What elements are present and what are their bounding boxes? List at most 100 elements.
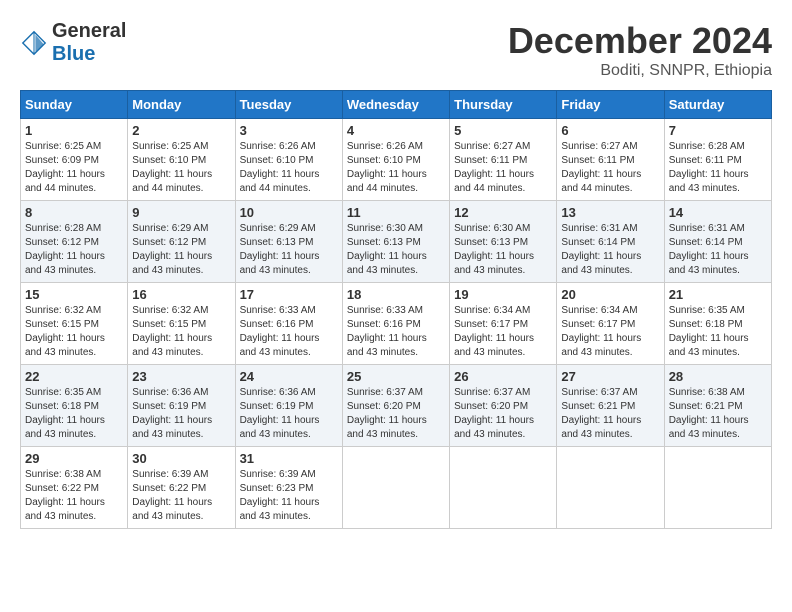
- day-number: 29: [25, 451, 123, 466]
- calendar-week-2: 8Sunrise: 6:28 AMSunset: 6:12 PMDaylight…: [21, 201, 772, 283]
- calendar-cell: 2 Sunrise: 6:25 AMSunset: 6:10 PMDaylight…: [128, 119, 235, 201]
- col-header-monday: Monday: [128, 91, 235, 119]
- day-info: Sunrise: 6:30 AMSunset: 6:13 PMDaylight:…: [347, 222, 445, 278]
- day-number: 15: [25, 287, 123, 302]
- calendar-cell: 30 Sunrise: 6:39 AMSunset: 6:22 PMDayligh…: [128, 447, 235, 529]
- day-info: Sunrise: 6:39 AMSunset: 6:23 PMDaylight:…: [240, 468, 338, 524]
- col-header-thursday: Thursday: [450, 91, 557, 119]
- col-header-sunday: Sunday: [21, 91, 128, 119]
- day-number: 8: [25, 205, 123, 220]
- day-number: 13: [561, 205, 659, 220]
- day-number: 26: [454, 369, 552, 384]
- calendar-cell: 8Sunrise: 6:28 AMSunset: 6:12 PMDaylight…: [21, 201, 128, 283]
- day-number: 25: [347, 369, 445, 384]
- day-number: 1: [25, 123, 123, 138]
- location-title: Boditi, SNNPR, Ethiopia: [508, 62, 772, 80]
- day-info: Sunrise: 6:38 AMSunset: 6:22 PMDaylight:…: [25, 468, 123, 524]
- day-info: Sunrise: 6:25 AMSunset: 6:09 PMDaylight:…: [25, 140, 123, 196]
- calendar-cell: 22Sunrise: 6:35 AMSunset: 6:18 PMDayligh…: [21, 365, 128, 447]
- calendar-cell: 31 Sunrise: 6:39 AMSunset: 6:23 PMDayligh…: [235, 447, 342, 529]
- calendar-cell: 6Sunrise: 6:27 AMSunset: 6:11 PMDaylight…: [557, 119, 664, 201]
- calendar-cell: 29 Sunrise: 6:38 AMSunset: 6:22 PMDayligh…: [21, 447, 128, 529]
- day-info: Sunrise: 6:37 AMSunset: 6:21 PMDaylight:…: [561, 386, 659, 442]
- day-number: 20: [561, 287, 659, 302]
- day-info: Sunrise: 6:33 AMSunset: 6:16 PMDaylight:…: [347, 304, 445, 360]
- calendar-cell: 3 Sunrise: 6:26 AMSunset: 6:10 PMDaylight…: [235, 119, 342, 201]
- day-number: 24: [240, 369, 338, 384]
- day-number: 21: [669, 287, 767, 302]
- day-info: Sunrise: 6:27 AMSunset: 6:11 PMDaylight:…: [561, 140, 659, 196]
- day-info: Sunrise: 6:38 AMSunset: 6:21 PMDaylight:…: [669, 386, 767, 442]
- day-number: 30: [132, 451, 230, 466]
- day-number: 11: [347, 205, 445, 220]
- day-info: Sunrise: 6:30 AMSunset: 6:13 PMDaylight:…: [454, 222, 552, 278]
- day-number: 31: [240, 451, 338, 466]
- day-number: 3: [240, 123, 338, 138]
- day-number: 18: [347, 287, 445, 302]
- day-number: 27: [561, 369, 659, 384]
- day-info: Sunrise: 6:26 AMSunset: 6:10 PMDaylight:…: [240, 140, 338, 196]
- calendar-cell: 13 Sunrise: 6:31 AMSunset: 6:14 PMDayligh…: [557, 201, 664, 283]
- calendar-cell: 1 Sunrise: 6:25 AMSunset: 6:09 PMDaylight…: [21, 119, 128, 201]
- day-info: Sunrise: 6:37 AMSunset: 6:20 PMDaylight:…: [454, 386, 552, 442]
- day-info: Sunrise: 6:35 AMSunset: 6:18 PMDaylight:…: [25, 386, 123, 442]
- day-info: Sunrise: 6:34 AMSunset: 6:17 PMDaylight:…: [561, 304, 659, 360]
- day-info: Sunrise: 6:37 AMSunset: 6:20 PMDaylight:…: [347, 386, 445, 442]
- calendar-cell: 19 Sunrise: 6:34 AMSunset: 6:17 PMDayligh…: [450, 283, 557, 365]
- calendar-cell: 26 Sunrise: 6:37 AMSunset: 6:20 PMDayligh…: [450, 365, 557, 447]
- day-info: Sunrise: 6:34 AMSunset: 6:17 PMDaylight:…: [454, 304, 552, 360]
- calendar-week-1: 1 Sunrise: 6:25 AMSunset: 6:09 PMDaylight…: [21, 119, 772, 201]
- calendar-cell: 24 Sunrise: 6:36 AMSunset: 6:19 PMDayligh…: [235, 365, 342, 447]
- calendar-week-5: 29 Sunrise: 6:38 AMSunset: 6:22 PMDayligh…: [21, 447, 772, 529]
- day-number: 10: [240, 205, 338, 220]
- day-number: 16: [132, 287, 230, 302]
- calendar-cell: 5 Sunrise: 6:27 AMSunset: 6:11 PMDaylight…: [450, 119, 557, 201]
- calendar-cell: [450, 447, 557, 529]
- col-header-saturday: Saturday: [664, 91, 771, 119]
- calendar-cell: 4Sunrise: 6:26 AMSunset: 6:10 PMDaylight…: [342, 119, 449, 201]
- logo-icon: [20, 29, 48, 57]
- day-number: 12: [454, 205, 552, 220]
- day-number: 2: [132, 123, 230, 138]
- day-info: Sunrise: 6:36 AMSunset: 6:19 PMDaylight:…: [132, 386, 230, 442]
- day-info: Sunrise: 6:36 AMSunset: 6:19 PMDaylight:…: [240, 386, 338, 442]
- calendar-week-3: 15 Sunrise: 6:32 AMSunset: 6:15 PMDayligh…: [21, 283, 772, 365]
- day-info: Sunrise: 6:31 AMSunset: 6:14 PMDaylight:…: [561, 222, 659, 278]
- day-info: Sunrise: 6:27 AMSunset: 6:11 PMDaylight:…: [454, 140, 552, 196]
- title-block: December 2024 Boditi, SNNPR, Ethiopia: [508, 20, 772, 80]
- calendar-cell: 18 Sunrise: 6:33 AMSunset: 6:16 PMDayligh…: [342, 283, 449, 365]
- calendar-cell: 16 Sunrise: 6:32 AMSunset: 6:15 PMDayligh…: [128, 283, 235, 365]
- day-info: Sunrise: 6:39 AMSunset: 6:22 PMDaylight:…: [132, 468, 230, 524]
- calendar-cell: [664, 447, 771, 529]
- calendar-cell: 25 Sunrise: 6:37 AMSunset: 6:20 PMDayligh…: [342, 365, 449, 447]
- calendar-table: SundayMondayTuesdayWednesdayThursdayFrid…: [20, 90, 772, 529]
- calendar-cell: 7Sunrise: 6:28 AMSunset: 6:11 PMDaylight…: [664, 119, 771, 201]
- day-number: 17: [240, 287, 338, 302]
- calendar-cell: 20 Sunrise: 6:34 AMSunset: 6:17 PMDayligh…: [557, 283, 664, 365]
- day-number: 5: [454, 123, 552, 138]
- calendar-cell: 14Sunrise: 6:31 AMSunset: 6:14 PMDayligh…: [664, 201, 771, 283]
- calendar-cell: 17 Sunrise: 6:33 AMSunset: 6:16 PMDayligh…: [235, 283, 342, 365]
- day-info: Sunrise: 6:28 AMSunset: 6:11 PMDaylight:…: [669, 140, 767, 196]
- calendar-cell: [342, 447, 449, 529]
- day-info: Sunrise: 6:29 AMSunset: 6:12 PMDaylight:…: [132, 222, 230, 278]
- day-number: 23: [132, 369, 230, 384]
- calendar-cell: 12 Sunrise: 6:30 AMSunset: 6:13 PMDayligh…: [450, 201, 557, 283]
- calendar-cell: 10 Sunrise: 6:29 AMSunset: 6:13 PMDayligh…: [235, 201, 342, 283]
- calendar-cell: 23 Sunrise: 6:36 AMSunset: 6:19 PMDayligh…: [128, 365, 235, 447]
- logo: General Blue: [20, 20, 126, 66]
- day-info: Sunrise: 6:29 AMSunset: 6:13 PMDaylight:…: [240, 222, 338, 278]
- day-info: Sunrise: 6:26 AMSunset: 6:10 PMDaylight:…: [347, 140, 445, 196]
- logo-blue: Blue: [52, 43, 95, 65]
- day-info: Sunrise: 6:32 AMSunset: 6:15 PMDaylight:…: [132, 304, 230, 360]
- day-number: 19: [454, 287, 552, 302]
- calendar-cell: 9Sunrise: 6:29 AMSunset: 6:12 PMDaylight…: [128, 201, 235, 283]
- calendar-week-4: 22Sunrise: 6:35 AMSunset: 6:18 PMDayligh…: [21, 365, 772, 447]
- calendar-cell: 27 Sunrise: 6:37 AMSunset: 6:21 PMDayligh…: [557, 365, 664, 447]
- calendar-cell: 28Sunrise: 6:38 AMSunset: 6:21 PMDayligh…: [664, 365, 771, 447]
- calendar-cell: 21Sunrise: 6:35 AMSunset: 6:18 PMDayligh…: [664, 283, 771, 365]
- day-info: Sunrise: 6:25 AMSunset: 6:10 PMDaylight:…: [132, 140, 230, 196]
- day-info: Sunrise: 6:33 AMSunset: 6:16 PMDaylight:…: [240, 304, 338, 360]
- day-info: Sunrise: 6:31 AMSunset: 6:14 PMDaylight:…: [669, 222, 767, 278]
- calendar-cell: 15Sunrise: 6:32 AMSunset: 6:15 PMDayligh…: [21, 283, 128, 365]
